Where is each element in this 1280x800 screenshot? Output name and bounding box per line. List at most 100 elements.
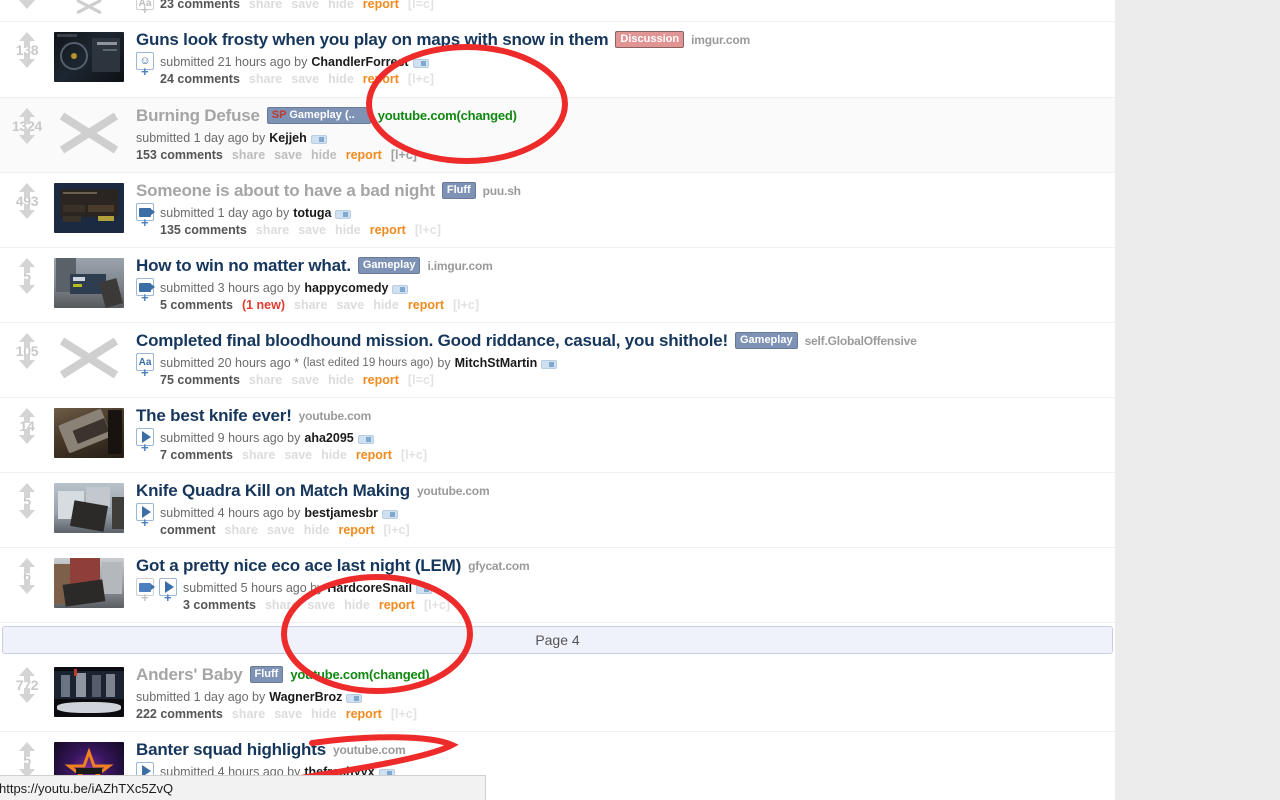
downvote-arrow[interactable] — [19, 53, 35, 68]
post-actions[interactable]: 135 comments share save hide report [l+c… — [160, 222, 441, 239]
post-domain[interactable]: youtube.com(changed) — [378, 106, 517, 126]
post-flair[interactable]: Fluff — [249, 665, 284, 683]
thumbnail-column[interactable] — [54, 30, 136, 82]
comments-link[interactable]: 135 comments — [160, 222, 247, 239]
post-thumbnail[interactable] — [54, 408, 124, 458]
upvote-arrow[interactable] — [19, 742, 35, 757]
downvote-arrow[interactable] — [19, 504, 35, 519]
report-link[interactable]: report — [408, 297, 444, 314]
post-thumbnail[interactable] — [54, 0, 124, 14]
share-link[interactable]: share — [249, 372, 282, 389]
share-link[interactable]: share — [249, 0, 282, 13]
downvote-arrow[interactable] — [19, 129, 35, 144]
text-post-icon[interactable]: Aa + — [136, 353, 154, 379]
report-link[interactable]: report — [363, 71, 399, 88]
report-link[interactable]: report — [370, 222, 406, 239]
thumbnail-column[interactable] — [54, 665, 136, 717]
post-actions[interactable]: 24 comments share save hide report [l+c] — [160, 71, 434, 88]
post-actions[interactable]: 222 comments share save hide report [l+c… — [136, 706, 417, 723]
post-author[interactable]: HardcoreSnail — [327, 579, 412, 597]
thumbnail-column[interactable] — [54, 481, 136, 533]
expando-group[interactable]: + + — [136, 578, 177, 604]
post-thumbnail[interactable] — [54, 333, 124, 383]
hide-link[interactable]: hide — [328, 372, 354, 389]
post-flair[interactable]: Discussion — [615, 30, 685, 48]
post-title[interactable]: Completed final bloodhound mission. Good… — [136, 331, 728, 351]
thumbnail-column[interactable] — [54, 556, 136, 608]
post-actions[interactable]: 5 comments (1 new) share save hide repor… — [160, 297, 479, 314]
upvote-arrow[interactable] — [19, 108, 35, 123]
share-link[interactable]: share — [265, 597, 298, 614]
post-domain[interactable]: self.GlobalOffensive — [805, 331, 917, 351]
post-author[interactable]: bestjamesbr — [304, 504, 378, 522]
upvote-arrow[interactable] — [19, 408, 35, 423]
post-author[interactable]: ChandlerForrest — [311, 53, 408, 71]
post-thumbnail[interactable] — [54, 32, 124, 82]
thumbnail-column[interactable] — [54, 181, 136, 233]
downvote-arrow[interactable] — [19, 0, 35, 9]
share-link[interactable]: share — [232, 147, 265, 164]
expand-plus-icon[interactable]: + — [141, 516, 149, 529]
upvote-arrow[interactable] — [19, 483, 35, 498]
comments-link[interactable]: 153 comments — [136, 147, 223, 164]
play-icon[interactable]: + — [136, 503, 154, 529]
post-title[interactable]: Knife Quadra Kill on Match Making — [136, 481, 410, 501]
share-link[interactable]: share — [256, 222, 289, 239]
thumbnail-column[interactable] — [54, 0, 136, 14]
thumbnail-column[interactable] — [54, 106, 136, 158]
post-author[interactable]: totuga — [293, 204, 331, 222]
hide-link[interactable]: hide — [335, 222, 361, 239]
comments-link[interactable]: 3 comments — [183, 597, 256, 614]
comments-link[interactable]: 23 comments — [160, 0, 240, 13]
imgur-icon[interactable]: ☺ + — [136, 52, 154, 78]
post-title[interactable]: Anders' Baby — [136, 665, 243, 685]
expand-plus-icon[interactable]: + — [164, 591, 172, 604]
post-author[interactable]: aha2095 — [304, 429, 353, 447]
thumbnail-column[interactable] — [54, 331, 136, 383]
downvote-arrow[interactable] — [19, 204, 35, 219]
save-link[interactable]: save — [336, 297, 364, 314]
downvote-arrow[interactable] — [19, 579, 35, 594]
post-domain[interactable]: imgur.com — [691, 30, 750, 50]
comments-link[interactable]: 5 comments — [160, 297, 233, 314]
thumbnail-column[interactable] — [54, 256, 136, 308]
post-author[interactable]: WagnerBroz — [269, 688, 342, 706]
post-row[interactable]: Aa + 23 comments share save hide report … — [0, 0, 1115, 22]
comments-link[interactable]: 222 comments — [136, 706, 223, 723]
post-flair[interactable]: Gameplay — [734, 331, 798, 349]
post-row[interactable]: 493 Someone is about to have a bad night… — [0, 173, 1115, 248]
post-actions[interactable]: 75 comments share save hide report [l=c] — [160, 372, 557, 389]
vote-column[interactable]: 6 — [0, 556, 54, 594]
post-row[interactable]: 105 Completed final bloodhound mission. … — [0, 323, 1115, 398]
upvote-arrow[interactable] — [19, 558, 35, 573]
post-thumbnail[interactable] — [54, 558, 124, 608]
vote-column[interactable]: 138 — [0, 30, 54, 68]
post-thumbnail[interactable] — [54, 667, 124, 717]
expand-plus-icon[interactable]: + — [141, 216, 149, 229]
post-domain[interactable]: i.imgur.com — [427, 256, 492, 276]
comments-link[interactable]: 24 comments — [160, 71, 240, 88]
post-thumbnail[interactable] — [54, 258, 124, 308]
post-title[interactable]: Banter squad highlights — [136, 740, 326, 760]
expand-plus-icon[interactable]: + — [141, 591, 149, 604]
post-flair[interactable]: Gameplay — [357, 256, 421, 274]
save-link[interactable]: save — [267, 522, 295, 539]
post-row[interactable]: 5 How to win no matter what. Gameplay i.… — [0, 248, 1115, 323]
vote-column[interactable]: 772 — [0, 665, 54, 703]
save-link[interactable]: save — [291, 71, 319, 88]
post-thumbnail[interactable] — [54, 483, 124, 533]
share-link[interactable]: share — [249, 71, 282, 88]
post-title[interactable]: Burning Defuse — [136, 106, 260, 126]
hide-link[interactable]: hide — [311, 706, 337, 723]
post-row[interactable]: 1324 Burning Defuse SP Gameplay (.. yout… — [0, 98, 1115, 173]
post-actions[interactable]: 7 comments share save hide report [l+c] — [160, 447, 427, 464]
post-title[interactable]: Someone is about to have a bad night — [136, 181, 435, 201]
video-icon[interactable]: + — [136, 578, 155, 604]
save-link[interactable]: save — [284, 447, 312, 464]
post-domain[interactable]: gfycat.com — [468, 556, 530, 576]
vote-column[interactable]: 493 — [0, 181, 54, 219]
vote-column[interactable]: 5 — [0, 481, 54, 519]
thumbnail-column[interactable] — [54, 406, 136, 458]
vote-column[interactable]: 5 — [0, 740, 54, 778]
save-link[interactable]: save — [274, 147, 302, 164]
